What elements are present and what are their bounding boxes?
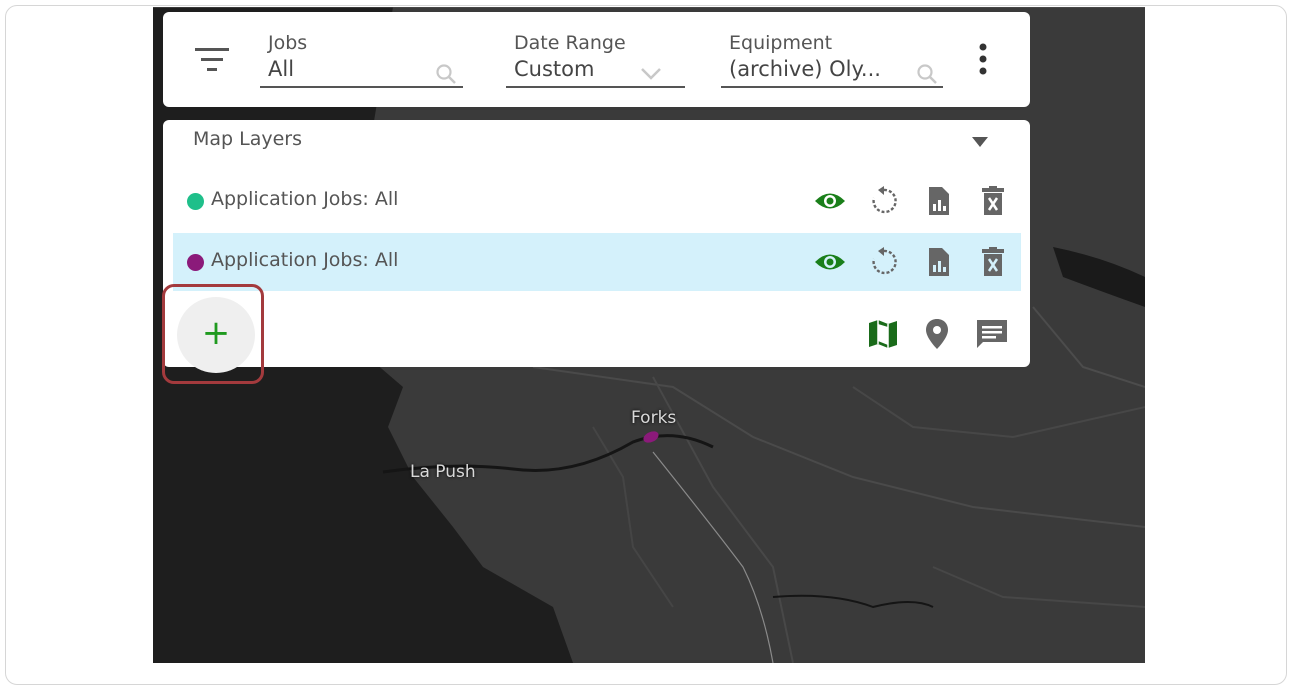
add-layer-highlight	[162, 284, 264, 384]
refresh-icon[interactable]	[869, 247, 899, 277]
jobs-filter-field[interactable]: Jobs All	[260, 32, 463, 90]
eye-icon[interactable]	[813, 251, 847, 273]
filter-icon[interactable]	[195, 46, 229, 74]
comment-icon[interactable]	[975, 318, 1009, 350]
equipment-filter-value[interactable]: (archive) Oly...	[729, 57, 881, 81]
eye-icon[interactable]	[813, 190, 847, 212]
jobs-filter-label: Jobs	[268, 32, 308, 54]
date-range-filter-label: Date Range	[514, 32, 626, 54]
map-label-forks: Forks	[631, 408, 677, 428]
date-range-filter-underline	[506, 86, 685, 88]
search-icon[interactable]	[915, 62, 939, 86]
delete-icon[interactable]	[981, 247, 1005, 277]
equipment-filter-field[interactable]: Equipment (archive) Oly...	[721, 32, 943, 90]
layer-color-dot	[187, 254, 204, 271]
layer-row-selected[interactable]: Application Jobs: All	[173, 233, 1021, 291]
filter-bar: Jobs All Date Range Custom Equipment (ar…	[163, 12, 1030, 107]
report-icon[interactable]	[927, 247, 951, 277]
layer-name: Application Jobs: All	[211, 249, 399, 271]
date-range-filter-field[interactable]: Date Range Custom	[506, 32, 685, 90]
layer-name: Application Jobs: All	[211, 188, 399, 210]
chevron-down-icon[interactable]	[639, 66, 663, 82]
map-layers-title: Map Layers	[193, 128, 303, 150]
search-icon[interactable]	[434, 62, 458, 86]
layer-row[interactable]: Application Jobs: All	[173, 172, 1021, 230]
layer-color-dot	[187, 193, 204, 210]
equipment-filter-label: Equipment	[729, 32, 833, 54]
date-range-filter-value[interactable]: Custom	[514, 57, 594, 81]
location-pin-icon[interactable]	[925, 318, 949, 350]
more-vertical-icon[interactable]	[973, 42, 993, 78]
map-layers-panel: Map Layers Application Jobs: All Applica…	[163, 120, 1030, 373]
caret-down-icon[interactable]	[971, 136, 989, 148]
report-icon[interactable]	[927, 186, 951, 216]
equipment-filter-underline	[721, 86, 943, 88]
refresh-icon[interactable]	[869, 186, 899, 216]
map-icon[interactable]	[867, 318, 899, 350]
map-label-la-push: La Push	[410, 462, 476, 482]
jobs-filter-value[interactable]: All	[268, 57, 294, 81]
delete-icon[interactable]	[981, 186, 1005, 216]
jobs-filter-underline	[260, 86, 463, 88]
